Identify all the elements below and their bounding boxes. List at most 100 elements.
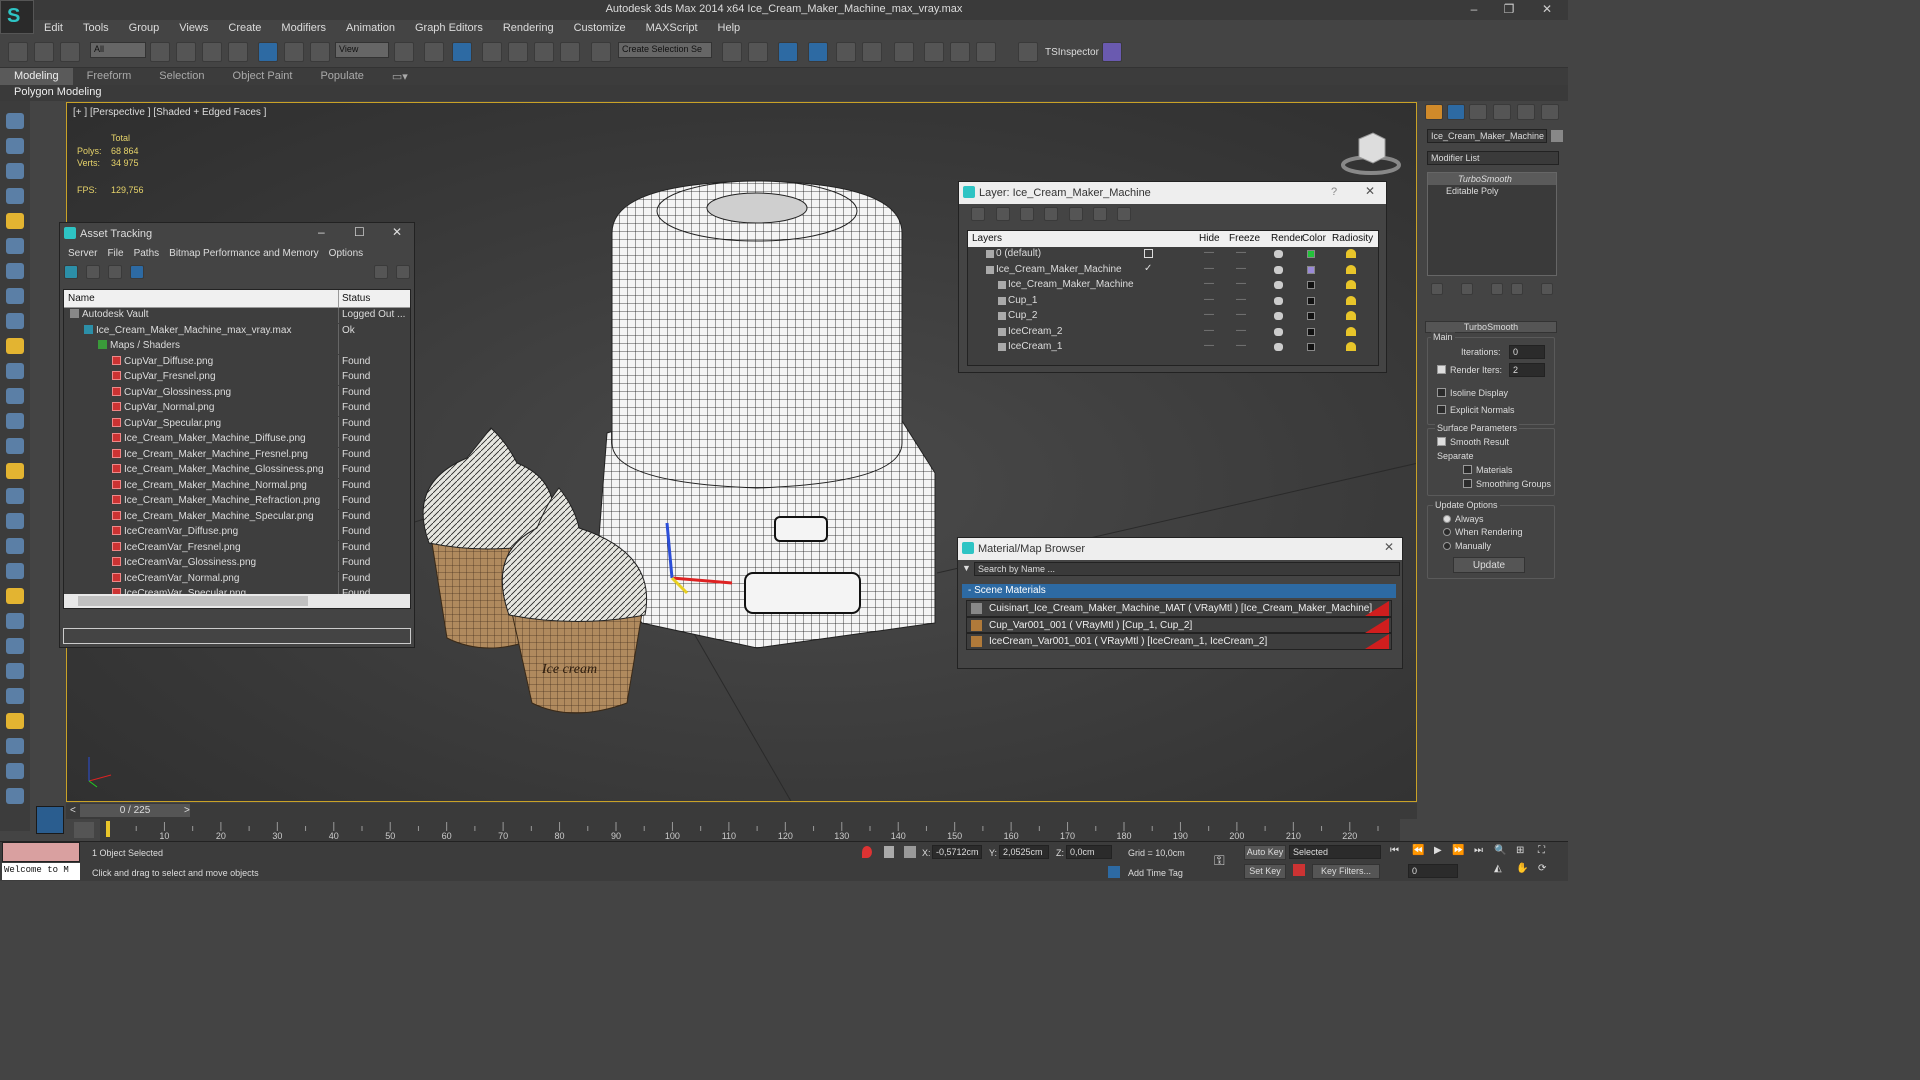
menu-modifiers[interactable]: Modifiers: [271, 20, 336, 37]
freeze-toggle[interactable]: —: [1236, 340, 1246, 351]
render-teapot-icon[interactable]: [1274, 250, 1283, 258]
zoom-extents-icon[interactable]: ⛶: [1538, 845, 1545, 856]
column-header-status[interactable]: Status: [342, 293, 370, 304]
select-object-icon[interactable]: [150, 42, 170, 62]
hide-toggle[interactable]: —: [1204, 278, 1214, 289]
rotate-icon[interactable]: [284, 42, 304, 62]
remove-modifier-icon[interactable]: [1511, 283, 1523, 295]
teapot-icon[interactable]: [6, 413, 24, 429]
paint-icon[interactable]: [6, 663, 24, 679]
delete-layer-icon[interactable]: [996, 207, 1010, 221]
menu-customize[interactable]: Customize: [564, 20, 636, 37]
layer-explorer-icon[interactable]: [6, 188, 24, 204]
horizontal-scrollbar[interactable]: [64, 594, 410, 608]
manually-radio[interactable]: Manually: [1443, 541, 1491, 551]
active-layer-check-icon[interactable]: ✓: [1144, 263, 1152, 274]
selection-filter-dropdown[interactable]: All: [90, 42, 146, 58]
hide-toggle[interactable]: —: [1204, 325, 1214, 336]
menu-edit[interactable]: Edit: [34, 20, 73, 37]
scene-explorer-icon[interactable]: [6, 163, 24, 179]
menu-group[interactable]: Group: [119, 20, 170, 37]
polygon-modeling-label[interactable]: Polygon Modeling: [14, 86, 101, 98]
keyboard-shortcut-icon[interactable]: [452, 42, 472, 62]
go-to-start-icon[interactable]: ⏮: [1390, 845, 1399, 856]
named-selection-dropdown[interactable]: Create Selection Se: [618, 42, 712, 58]
zoom-icon[interactable]: 🔍: [1494, 845, 1506, 856]
asset-menu-file[interactable]: File: [103, 245, 129, 263]
stack-item-editable-poly[interactable]: Editable Poly: [1428, 185, 1556, 197]
material-icon[interactable]: [6, 688, 24, 704]
radiosity-icon[interactable]: [1346, 311, 1356, 320]
minimize-icon[interactable]: –: [318, 225, 325, 239]
create-tab-icon[interactable]: [1425, 104, 1443, 120]
layer-color-swatch[interactable]: [1307, 250, 1315, 258]
patch-icon[interactable]: [6, 588, 24, 604]
minimize-button[interactable]: –: [1459, 2, 1489, 16]
freeze-toggle[interactable]: —: [1236, 247, 1246, 258]
layer-row[interactable]: 0 (default) — —: [968, 247, 1378, 263]
table-row[interactable]: IceCreamVar_Glossiness.png Found: [64, 556, 410, 572]
compound-icon[interactable]: [6, 563, 24, 579]
close-icon[interactable]: ✕: [1365, 184, 1375, 198]
layer-row[interactable]: Ice_Cream_Maker_Machine ✓ — —: [968, 263, 1378, 279]
hierarchy-tab-icon[interactable]: [1469, 104, 1487, 120]
pan-icon[interactable]: ✋: [1516, 863, 1528, 874]
next-key-icon[interactable]: ⏩: [1452, 845, 1464, 856]
hide-toggle[interactable]: —: [1204, 263, 1214, 274]
ribbon-tab-object-paint[interactable]: Object Paint: [219, 68, 307, 85]
smooth-result-checkbox[interactable]: Smooth Result: [1437, 437, 1509, 447]
table-row[interactable]: CupVar_Normal.png Found: [64, 401, 410, 417]
render-setup-icon[interactable]: [924, 42, 944, 62]
when-rendering-radio[interactable]: When Rendering: [1443, 527, 1523, 537]
radiosity-icon[interactable]: [1346, 280, 1356, 289]
material-editor-icon[interactable]: [894, 42, 914, 62]
z-coord-field[interactable]: 0,0cm: [1066, 845, 1112, 859]
layer-color-swatch[interactable]: [1307, 281, 1315, 289]
layer-color-swatch[interactable]: [1307, 265, 1315, 274]
lock-icon[interactable]: [884, 846, 894, 858]
video-icon[interactable]: [6, 738, 24, 754]
hide-toggle[interactable]: —: [1204, 294, 1214, 305]
table-row[interactable]: CupVar_Glossiness.png Found: [64, 385, 410, 402]
layer-row[interactable]: Cup_1 — —: [968, 294, 1378, 310]
menu-create[interactable]: Create: [218, 20, 271, 37]
orbit-icon[interactable]: ⟳: [1538, 863, 1546, 874]
layer-col-layers[interactable]: Layers: [972, 233, 1002, 244]
sun-icon[interactable]: [6, 463, 24, 479]
modifier-list-dropdown[interactable]: Modifier List: [1427, 151, 1559, 165]
smoothing-groups-checkbox[interactable]: Smoothing Groups: [1463, 479, 1551, 489]
zoom-all-icon[interactable]: ⊞: [1516, 845, 1524, 856]
pin-stack-icon[interactable]: [1431, 283, 1443, 295]
prev-frame-icon[interactable]: <: [70, 805, 76, 816]
asset-menu-paths[interactable]: Paths: [130, 245, 166, 263]
next-frame-icon[interactable]: >: [184, 805, 190, 816]
radiosity-icon[interactable]: [1346, 342, 1356, 351]
new-layer-icon[interactable]: [971, 207, 985, 221]
table-row[interactable]: Ice_Cream_Maker_Machine_Fresnel.png Found: [64, 447, 410, 464]
layer-col-freeze[interactable]: Freeze: [1229, 233, 1260, 244]
menu-tools[interactable]: Tools: [73, 20, 119, 37]
layer-manager-icon[interactable]: [778, 42, 798, 62]
radiosity-icon[interactable]: [1346, 264, 1356, 274]
object-name-field[interactable]: Ice_Cream_Maker_Machine: [1427, 129, 1547, 143]
show-end-result-icon[interactable]: [1461, 283, 1473, 295]
hair-icon[interactable]: [6, 638, 24, 654]
close-button[interactable]: ✕: [1532, 2, 1562, 16]
curve-editor-icon[interactable]: [836, 42, 856, 62]
table-row[interactable]: Ice_Cream_Maker_Machine_Normal.png Found: [64, 478, 410, 495]
key-mode-dropdown[interactable]: Selected: [1289, 845, 1381, 859]
geosphere-icon[interactable]: [6, 488, 24, 504]
table-row[interactable]: Ice_Cream_Maker_Machine_Glossiness.png Fo…: [64, 463, 410, 479]
freeze-toggle[interactable]: —: [1236, 309, 1246, 320]
layer-col-radiosity[interactable]: Radiosity: [1332, 233, 1373, 244]
current-layer-checkbox[interactable]: [1144, 249, 1153, 258]
spacewarp-icon[interactable]: [6, 288, 24, 304]
helper-icon[interactable]: [6, 263, 24, 279]
display-tab-icon[interactable]: [1517, 104, 1535, 120]
play-icon[interactable]: ▶: [1434, 845, 1442, 856]
maxscript-listener[interactable]: [2, 842, 80, 862]
window-crossing-icon[interactable]: [228, 42, 248, 62]
hide-toggle[interactable]: —: [1204, 247, 1214, 258]
make-unique-icon[interactable]: [1491, 283, 1503, 295]
table-row[interactable]: IceCreamVar_Fresnel.png Found: [64, 540, 410, 557]
